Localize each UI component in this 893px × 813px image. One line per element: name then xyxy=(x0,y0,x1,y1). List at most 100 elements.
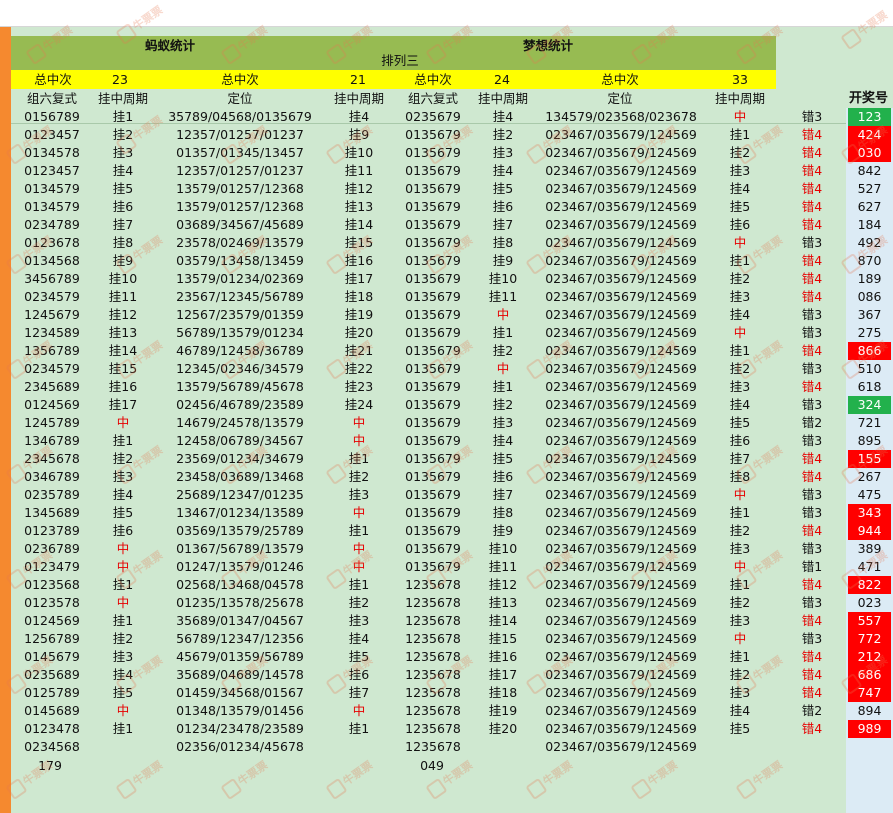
lottery-title: 排列三 xyxy=(381,53,419,68)
cell-cuo: 错4 xyxy=(801,577,823,592)
cell-guazhong-1: 挂3 xyxy=(112,145,134,160)
cell-dingwei-2: 023467/035679/124569 xyxy=(545,433,697,448)
cell-dingwei-1: 56789/13579/01234 xyxy=(176,325,304,340)
cell-zuliu-1: 1245679 xyxy=(24,307,80,322)
cell-zuliu-2: 1235678 xyxy=(405,739,461,754)
cell-kaijiang: 989 xyxy=(848,720,891,738)
cell-dingwei-2: 023467/035679/124569 xyxy=(545,217,697,232)
cell-dingwei-2: 023467/035679/124569 xyxy=(545,541,697,556)
cell-zuliu-2: 1235678 xyxy=(405,595,461,610)
cell-guazhong-1: 中 xyxy=(116,703,130,718)
cell-dingwei-1: 35789/04568/0135679 xyxy=(168,109,312,124)
cell-zuliu-1: 0134579 xyxy=(24,199,80,214)
cell-dingwei-2: 134579/023568/023678 xyxy=(545,109,697,124)
cell-guazhong-1: 挂1 xyxy=(112,721,134,736)
cell-kaijiang: 618 xyxy=(857,379,882,394)
footer-right-value: 049 xyxy=(420,758,444,773)
cell-dingwei-2: 023467/035679/124569 xyxy=(545,577,697,592)
cell-guazhong-1: 中 xyxy=(116,541,130,556)
cell-guazhong-3: 挂20 xyxy=(488,721,518,736)
cell-guazhong-2: 挂6 xyxy=(348,667,370,682)
cell-dingwei-2: 023467/035679/124569 xyxy=(545,631,697,646)
cell-guazhong-3: 挂8 xyxy=(492,235,514,250)
cell-guazhong-3: 挂11 xyxy=(488,559,518,574)
col-header-kaijiang: 开奖号 xyxy=(848,91,888,106)
cell-guazhong-2: 中 xyxy=(352,541,366,556)
cell-dingwei-2: 023467/035679/124569 xyxy=(545,199,697,214)
cell-guazhong-4: 挂2 xyxy=(729,667,751,682)
cell-guazhong-4: 挂6 xyxy=(729,433,751,448)
cell-zuliu-2: 1235678 xyxy=(405,721,461,736)
cell-kaijiang: 267 xyxy=(857,469,882,484)
cell-cuo: 错3 xyxy=(801,325,823,340)
cell-kaijiang: 424 xyxy=(848,126,891,144)
cell-zuliu-1: 0346789 xyxy=(24,469,80,484)
cell-zuliu-1: 0125789 xyxy=(24,685,80,700)
cell-guazhong-1: 挂3 xyxy=(112,649,134,664)
cell-guazhong-2: 中 xyxy=(352,433,366,448)
cell-dingwei-1: 01247/13579/01246 xyxy=(176,559,304,574)
cell-guazhong-4: 挂2 xyxy=(729,523,751,538)
cell-guazhong-1: 挂5 xyxy=(112,505,134,520)
cell-dingwei-1: 25689/12347/01235 xyxy=(176,487,304,502)
cell-dingwei-1: 12458/06789/34567 xyxy=(176,433,304,448)
cell-kaijiang: 389 xyxy=(857,541,882,556)
cell-zuliu-1: 1345689 xyxy=(24,505,80,520)
cell-guazhong-1: 挂11 xyxy=(108,289,138,304)
cell-dingwei-1: 02456/46789/23589 xyxy=(176,397,304,412)
cell-dingwei-1: 56789/12347/12356 xyxy=(176,631,304,646)
cell-zuliu-1: 0124569 xyxy=(24,613,80,628)
cell-guazhong-4: 挂5 xyxy=(729,199,751,214)
cell-kaijiang: 023 xyxy=(857,595,882,610)
cell-guazhong-3: 挂9 xyxy=(492,253,514,268)
cell-dingwei-1: 23458/03689/13468 xyxy=(176,469,304,484)
cell-guazhong-2: 挂2 xyxy=(348,595,370,610)
cell-dingwei-1: 01459/34568/01567 xyxy=(176,685,304,700)
cell-zuliu-2: 1235678 xyxy=(405,613,461,628)
cell-guazhong-4: 挂3 xyxy=(729,289,751,304)
cell-guazhong-3: 挂7 xyxy=(492,487,514,502)
cell-guazhong-4: 挂3 xyxy=(729,613,751,628)
cell-zuliu-1: 0156789 xyxy=(24,109,80,124)
cell-guazhong-2: 中 xyxy=(352,703,366,718)
cell-guazhong-4: 中 xyxy=(733,559,747,574)
cell-zuliu-1: 0234789 xyxy=(24,217,80,232)
cell-cuo: 错4 xyxy=(801,163,823,178)
cell-guazhong-1: 挂10 xyxy=(108,271,138,286)
cell-dingwei-1: 13579/56789/45678 xyxy=(176,379,304,394)
cell-dingwei-2: 023467/035679/124569 xyxy=(545,325,697,340)
cell-guazhong-2: 挂12 xyxy=(344,181,374,196)
cell-cuo: 错3 xyxy=(801,433,823,448)
cell-guazhong-3: 挂19 xyxy=(488,703,518,718)
cell-cuo: 错4 xyxy=(801,289,823,304)
cell-dingwei-1: 12567/23579/01359 xyxy=(176,307,304,322)
cell-dingwei-1: 23567/12345/56789 xyxy=(176,289,304,304)
cell-zuliu-2: 0235679 xyxy=(405,109,461,124)
cell-guazhong-2: 挂24 xyxy=(344,397,374,412)
cell-zuliu-1: 2345689 xyxy=(24,379,80,394)
total-value-2: 21 xyxy=(350,72,366,87)
cell-dingwei-1: 14679/24578/13579 xyxy=(176,415,304,430)
cell-guazhong-2: 挂9 xyxy=(348,127,370,142)
cell-guazhong-4: 挂2 xyxy=(729,595,751,610)
cell-cuo: 错3 xyxy=(801,631,823,646)
cell-kaijiang: 471 xyxy=(857,559,882,574)
cell-dingwei-1: 13579/01234/02369 xyxy=(176,271,304,286)
cell-guazhong-1: 中 xyxy=(116,595,130,610)
cell-kaijiang: 557 xyxy=(848,612,891,630)
cell-guazhong-2: 挂1 xyxy=(348,451,370,466)
cell-kaijiang: 721 xyxy=(857,415,882,430)
cell-dingwei-1: 46789/12458/36789 xyxy=(176,343,304,358)
total-label-2: 总中次 xyxy=(221,72,259,87)
cell-guazhong-3: 挂15 xyxy=(488,631,518,646)
cell-dingwei-1: 13579/01257/12368 xyxy=(176,181,304,196)
cell-guazhong-2: 挂19 xyxy=(344,307,374,322)
cell-dingwei-1: 02356/01234/45678 xyxy=(176,739,304,754)
cell-guazhong-1: 挂5 xyxy=(112,685,134,700)
total-label-3: 总中次 xyxy=(414,72,452,87)
cell-guazhong-3: 挂5 xyxy=(492,181,514,196)
cell-zuliu-2: 0135679 xyxy=(405,199,461,214)
cell-kaijiang: 527 xyxy=(857,181,882,196)
cell-dingwei-2: 023467/035679/124569 xyxy=(545,271,697,286)
cell-dingwei-2: 023467/035679/124569 xyxy=(545,487,697,502)
